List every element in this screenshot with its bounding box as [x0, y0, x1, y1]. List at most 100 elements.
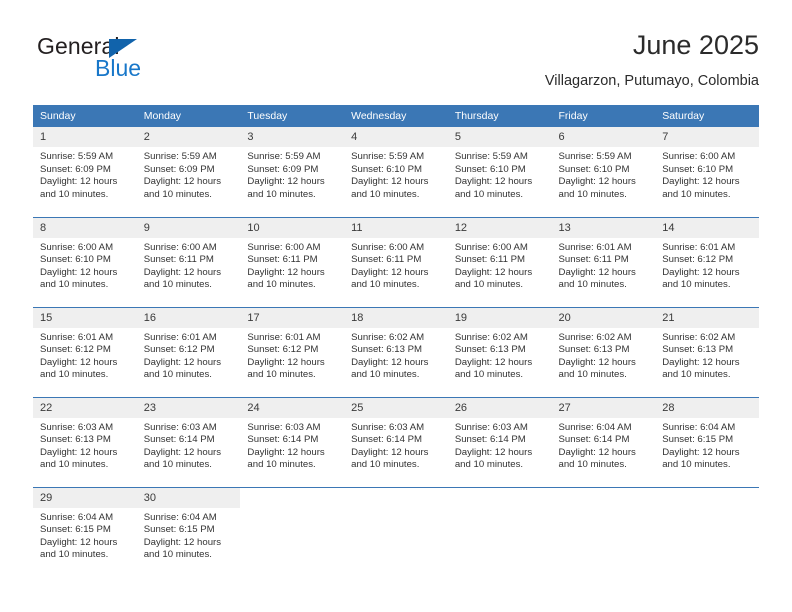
calendar-day-cell[interactable]: 6 Sunrise: 5:59 AM Sunset: 6:10 PM Dayli… — [551, 127, 656, 217]
weekday-header-monday: Monday — [136, 105, 241, 127]
sunrise-text: Sunrise: 6:03 AM — [454, 421, 528, 433]
day-info: Sunrise: 6:00 AM Sunset: 6:10 PM Dayligh… — [33, 238, 137, 292]
sunrise-text: Sunrise: 6:02 AM — [558, 331, 632, 343]
sunset-text: Sunset: 6:13 PM — [40, 434, 111, 446]
calendar-page: General Blue June 2025 Villagarzon, Putu… — [0, 0, 792, 612]
day-info: Sunrise: 6:02 AM Sunset: 6:13 PM Dayligh… — [448, 328, 552, 382]
day-info: Sunrise: 6:04 AM Sunset: 6:15 PM Dayligh… — [137, 508, 241, 562]
page-header: General Blue June 2025 Villagarzon, Putu… — [33, 28, 759, 94]
sunrise-text: Sunrise: 6:04 AM — [143, 511, 217, 523]
calendar-day-cell[interactable]: 4 Sunrise: 5:59 AM Sunset: 6:10 PM Dayli… — [344, 127, 448, 217]
calendar-day-cell[interactable]: 12 Sunrise: 6:00 AM Sunset: 6:11 PM Dayl… — [447, 216, 552, 307]
day-number: 1 — [33, 127, 137, 147]
calendar-day-cell[interactable]: 9 Sunrise: 6:00 AM Sunset: 6:11 PM Dayli… — [136, 216, 241, 307]
daylight-text: Daylight: 12 hours and 10 minutes. — [454, 176, 533, 200]
daylight-text: Daylight: 12 hours and 10 minutes. — [247, 176, 325, 200]
calendar-day-cell[interactable]: 14 Sunrise: 6:01 AM Sunset: 6:12 PM Dayl… — [655, 216, 759, 307]
sunrise-text: Sunrise: 5:59 AM — [247, 151, 321, 162]
weekday-header-saturday: Saturday — [655, 105, 759, 127]
day-number: 7 — [655, 127, 759, 147]
day-info: Sunrise: 6:01 AM Sunset: 6:12 PM Dayligh… — [240, 328, 344, 382]
daylight-text: Daylight: 12 hours and 10 minutes. — [558, 176, 636, 200]
page-subtitle: Villagarzon, Putumayo, Colombia — [544, 73, 759, 89]
day-info: Sunrise: 6:04 AM Sunset: 6:15 PM Dayligh… — [655, 418, 759, 472]
day-info: Sunrise: 5:59 AM Sunset: 6:09 PM Dayligh… — [240, 147, 344, 201]
day-info: Sunrise: 6:00 AM Sunset: 6:10 PM Dayligh… — [655, 147, 759, 201]
sunrise-text: Sunrise: 6:02 AM — [454, 331, 528, 343]
sunset-text: Sunset: 6:14 PM — [454, 434, 526, 446]
sunrise-text: Sunrise: 6:03 AM — [143, 421, 217, 433]
day-info: Sunrise: 6:04 AM Sunset: 6:14 PM Dayligh… — [552, 418, 656, 472]
day-number: 24 — [240, 397, 345, 418]
calendar-day-cell[interactable]: 8 Sunrise: 6:00 AM Sunset: 6:10 PM Dayli… — [33, 216, 137, 307]
calendar-day-cell[interactable]: 17 Sunrise: 6:01 AM Sunset: 6:12 PM Dayl… — [240, 306, 345, 397]
sunrise-text: Sunrise: 5:59 AM — [351, 151, 425, 162]
day-number: 14 — [655, 217, 759, 238]
day-number — [551, 487, 656, 508]
day-number: 28 — [655, 397, 759, 418]
day-number: 25 — [344, 397, 448, 418]
sunset-text: Sunset: 6:13 PM — [351, 344, 423, 356]
calendar-day-cell[interactable]: 3 Sunrise: 5:59 AM Sunset: 6:09 PM Dayli… — [240, 127, 345, 217]
calendar-day-cell[interactable]: 15 Sunrise: 6:01 AM Sunset: 6:12 PM Dayl… — [33, 306, 137, 397]
sunrise-text: Sunrise: 6:02 AM — [351, 331, 425, 343]
calendar-day-cell[interactable]: 21 Sunrise: 6:02 AM Sunset: 6:13 PM Dayl… — [655, 306, 759, 397]
daylight-text: Daylight: 12 hours and 10 minutes. — [247, 356, 325, 381]
calendar-day-cell[interactable]: 28 Sunrise: 6:04 AM Sunset: 6:15 PM Dayl… — [655, 396, 759, 487]
weekday-header-tuesday: Tuesday — [240, 105, 345, 127]
calendar-day-cell[interactable]: 23 Sunrise: 6:03 AM Sunset: 6:14 PM Dayl… — [136, 396, 241, 487]
sunset-text: Sunset: 6:11 PM — [143, 254, 214, 266]
daylight-text: Daylight: 12 hours and 10 minutes. — [143, 176, 222, 200]
sunset-text: Sunset: 6:10 PM — [351, 163, 423, 175]
sunrise-text: Sunrise: 6:00 AM — [454, 241, 528, 253]
day-info: Sunrise: 5:59 AM Sunset: 6:10 PM Dayligh… — [448, 147, 552, 201]
daylight-text: Daylight: 12 hours and 10 minutes. — [247, 266, 325, 291]
day-info: Sunrise: 6:00 AM Sunset: 6:11 PM Dayligh… — [137, 238, 241, 292]
sunrise-text: Sunrise: 6:01 AM — [558, 241, 632, 253]
sunrise-text: Sunrise: 6:01 AM — [662, 241, 736, 253]
daylight-text: Daylight: 12 hours and 10 minutes. — [143, 266, 222, 291]
calendar-day-cell[interactable]: 18 Sunrise: 6:02 AM Sunset: 6:13 PM Dayl… — [344, 306, 448, 397]
calendar-day-cell[interactable]: 5 Sunrise: 5:59 AM Sunset: 6:10 PM Dayli… — [447, 127, 552, 217]
sunrise-text: Sunrise: 6:02 AM — [662, 331, 736, 343]
daylight-text: Daylight: 12 hours and 10 minutes. — [247, 446, 325, 471]
calendar-day-cell[interactable]: 19 Sunrise: 6:02 AM Sunset: 6:13 PM Dayl… — [447, 306, 552, 397]
day-number: 11 — [344, 217, 448, 238]
calendar-day-cell[interactable]: 27 Sunrise: 6:04 AM Sunset: 6:14 PM Dayl… — [551, 396, 656, 487]
daylight-text: Daylight: 12 hours and 10 minutes. — [558, 446, 636, 471]
calendar-day-cell[interactable]: 20 Sunrise: 6:02 AM Sunset: 6:13 PM Dayl… — [551, 306, 656, 397]
sunset-text: Sunset: 6:09 PM — [247, 163, 319, 175]
daylight-text: Daylight: 12 hours and 10 minutes. — [662, 266, 740, 291]
calendar-day-cell[interactable]: 26 Sunrise: 6:03 AM Sunset: 6:14 PM Dayl… — [447, 396, 552, 487]
calendar-day-cell[interactable]: 1 Sunrise: 5:59 AM Sunset: 6:09 PM Dayli… — [33, 127, 137, 217]
sunrise-text: Sunrise: 6:04 AM — [662, 421, 736, 433]
calendar-day-cell[interactable]: 2 Sunrise: 5:59 AM Sunset: 6:09 PM Dayli… — [136, 127, 241, 217]
calendar-day-cell[interactable]: 13 Sunrise: 6:01 AM Sunset: 6:11 PM Dayl… — [551, 216, 656, 307]
calendar-day-cell-empty — [240, 486, 345, 577]
daylight-text: Daylight: 12 hours and 10 minutes. — [351, 356, 429, 381]
calendar-day-cell[interactable]: 24 Sunrise: 6:03 AM Sunset: 6:14 PM Dayl… — [240, 396, 345, 487]
day-number — [447, 487, 552, 508]
sunrise-text: Sunrise: 6:00 AM — [247, 241, 321, 253]
calendar-day-cell[interactable]: 11 Sunrise: 6:00 AM Sunset: 6:11 PM Dayl… — [344, 216, 448, 307]
daylight-text: Daylight: 12 hours and 10 minutes. — [40, 356, 118, 381]
page-title: June 2025 — [632, 30, 759, 60]
calendar-week-row: 8 Sunrise: 6:00 AM Sunset: 6:10 PM Dayli… — [33, 216, 759, 307]
day-number: 3 — [240, 127, 345, 147]
calendar-day-cell[interactable]: 25 Sunrise: 6:03 AM Sunset: 6:14 PM Dayl… — [344, 396, 448, 487]
sunset-text: Sunset: 6:11 PM — [454, 254, 526, 266]
day-info: Sunrise: 6:01 AM Sunset: 6:11 PM Dayligh… — [552, 238, 656, 292]
calendar-day-cell[interactable]: 10 Sunrise: 6:00 AM Sunset: 6:11 PM Dayl… — [240, 216, 345, 307]
day-number: 4 — [344, 127, 448, 147]
day-number: 19 — [447, 307, 552, 328]
calendar-day-cell[interactable]: 7 Sunrise: 6:00 AM Sunset: 6:10 PM Dayli… — [655, 127, 759, 217]
sunset-text: Sunset: 6:11 PM — [247, 254, 318, 266]
day-info: Sunrise: 6:01 AM Sunset: 6:12 PM Dayligh… — [33, 328, 137, 382]
day-number: 9 — [136, 217, 241, 238]
calendar-day-cell[interactable]: 22 Sunrise: 6:03 AM Sunset: 6:13 PM Dayl… — [33, 396, 137, 487]
day-info: Sunrise: 6:00 AM Sunset: 6:11 PM Dayligh… — [240, 238, 344, 292]
calendar-day-cell[interactable]: 29 Sunrise: 6:04 AM Sunset: 6:15 PM Dayl… — [33, 486, 137, 577]
calendar-day-cell[interactable]: 30 Sunrise: 6:04 AM Sunset: 6:15 PM Dayl… — [136, 486, 241, 577]
calendar-day-cell[interactable]: 16 Sunrise: 6:01 AM Sunset: 6:12 PM Dayl… — [136, 306, 241, 397]
sunset-text: Sunset: 6:10 PM — [662, 163, 734, 175]
